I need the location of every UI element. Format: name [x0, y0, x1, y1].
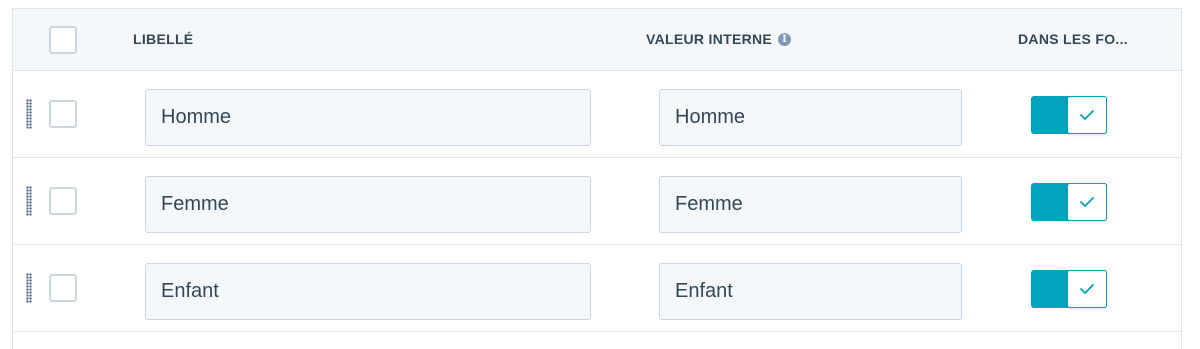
drag-handle-icon[interactable]	[26, 273, 32, 303]
toggle-knob	[1067, 183, 1107, 221]
label-input[interactable]: Homme	[145, 89, 591, 146]
label-input[interactable]: Femme	[145, 176, 591, 233]
toggle-knob	[1067, 270, 1107, 308]
checkmark-icon	[1080, 197, 1094, 207]
internal-value-input[interactable]: Enfant	[659, 263, 962, 320]
label-input[interactable]: Enfant	[145, 263, 591, 320]
column-header-internal-value[interactable]: VALEUR INTERNE i	[646, 31, 792, 47]
checkmark-icon	[1080, 284, 1094, 294]
options-table: LIBELLÉ VALEUR INTERNE i DANS LES FO... …	[12, 8, 1182, 349]
checkmark-icon	[1080, 110, 1094, 120]
table-row: Homme Homme	[13, 71, 1181, 158]
toggle-knob	[1067, 96, 1107, 134]
info-icon[interactable]: i	[778, 32, 792, 46]
internal-value-input[interactable]: Homme	[659, 89, 962, 146]
column-header-internal-text: VALEUR INTERNE	[646, 31, 773, 47]
in-forms-toggle[interactable]	[1031, 183, 1107, 221]
select-all-checkbox[interactable]	[49, 26, 77, 54]
table-row: Femme Femme	[13, 158, 1181, 245]
drag-handle-icon[interactable]	[26, 99, 32, 129]
row-checkbox[interactable]	[49, 100, 77, 128]
table-row: Enfant Enfant	[13, 245, 1181, 332]
row-checkbox[interactable]	[49, 187, 77, 215]
column-header-label[interactable]: LIBELLÉ	[133, 31, 193, 47]
internal-value-input[interactable]: Femme	[659, 176, 962, 233]
in-forms-toggle[interactable]	[1031, 96, 1107, 134]
table-header: LIBELLÉ VALEUR INTERNE i DANS LES FO...	[13, 9, 1181, 71]
drag-handle-icon[interactable]	[26, 186, 32, 216]
column-header-in-forms[interactable]: DANS LES FO...	[1018, 31, 1128, 47]
in-forms-toggle[interactable]	[1031, 270, 1107, 308]
row-checkbox[interactable]	[49, 274, 77, 302]
